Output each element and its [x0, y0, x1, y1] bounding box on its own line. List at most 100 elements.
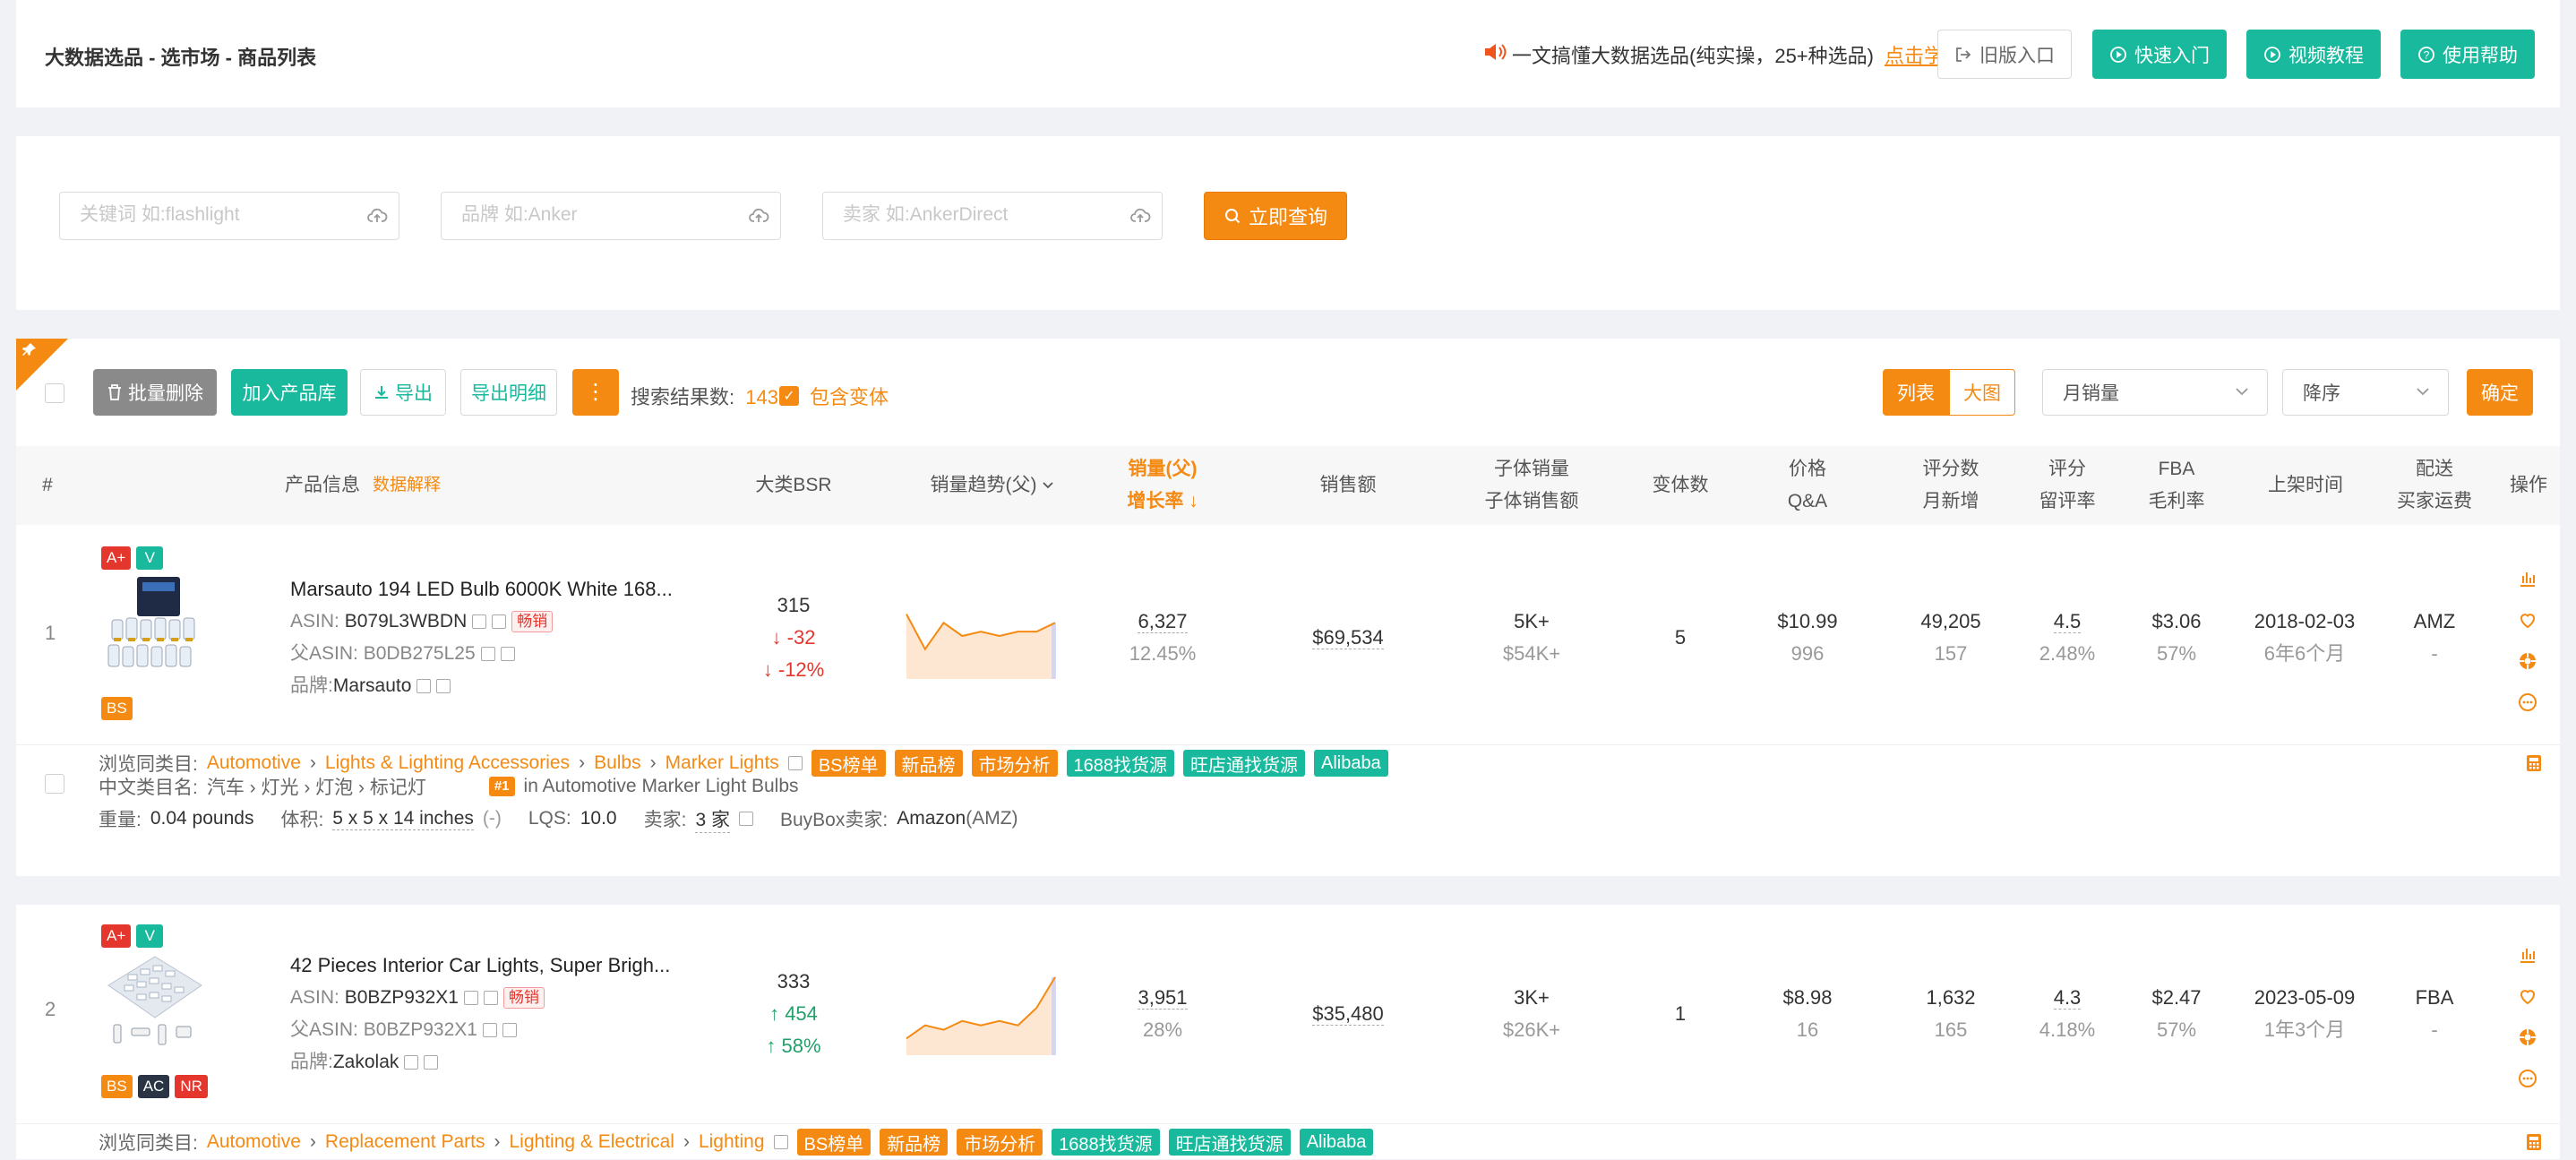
copy-icon[interactable]	[472, 614, 487, 630]
product-title[interactable]: 42 Pieces Interior Car Lights, Super Bri…	[290, 949, 670, 982]
include-variants-toggle[interactable]: ✓ 包含变体	[779, 382, 889, 410]
source-1688-tag[interactable]: 1688找货源	[1066, 750, 1174, 777]
category-link[interactable]: Lighting	[699, 1131, 765, 1153]
external-link-icon[interactable]	[424, 1055, 439, 1070]
bs-list-tag[interactable]: BS榜单	[811, 750, 886, 777]
cloud-upload-icon[interactable]	[366, 205, 388, 227]
col-revenue[interactable]: 销售额	[1281, 446, 1415, 525]
bar-chart-icon[interactable]	[2517, 944, 2538, 966]
add-library-button[interactable]: 加入产品库	[231, 369, 348, 416]
col-ship[interactable]: 配送 买家运费	[2390, 446, 2479, 525]
variants-value[interactable]: 5	[1636, 622, 1725, 654]
calculator-icon[interactable]	[2524, 1132, 2544, 1152]
cloud-upload-icon[interactable]	[748, 205, 769, 227]
sort-field-select[interactable]: 月销量	[2042, 369, 2268, 416]
confirm-button[interactable]: 确定	[2467, 369, 2533, 416]
col-reviews[interactable]: 评分数 月新增	[1906, 446, 1996, 525]
sort-order-select[interactable]: 降序	[2282, 369, 2449, 416]
col-child[interactable]: 子体销量 子体销售额	[1460, 446, 1603, 525]
copy-icon[interactable]	[404, 1055, 419, 1070]
asin-value[interactable]: B079L3WBDN	[345, 611, 468, 632]
help-button[interactable]: ? 使用帮助	[2400, 30, 2535, 79]
target-icon[interactable]	[2517, 650, 2538, 672]
external-link-icon[interactable]	[483, 991, 498, 1006]
old-entry-button[interactable]: 旧版入口	[1937, 30, 2072, 79]
view-grid-button[interactable]: 大图	[1949, 369, 2015, 416]
market-analysis-tag[interactable]: 市场分析	[957, 1129, 1043, 1156]
external-link-icon[interactable]	[738, 812, 753, 826]
col-price[interactable]: 价格 Q&A	[1763, 446, 1852, 525]
copy-icon[interactable]	[480, 647, 495, 662]
col-bsr[interactable]: 大类BSR	[740, 446, 847, 525]
variants-value[interactable]: 1	[1636, 998, 1725, 1030]
brand-value[interactable]: Zakolak	[333, 1052, 399, 1072]
calculator-icon[interactable]	[2524, 753, 2544, 773]
export-button[interactable]: 导出	[360, 369, 446, 416]
external-link-icon[interactable]	[773, 1135, 788, 1149]
source-wdt-tag[interactable]: 旺店通找货源	[1168, 1129, 1291, 1156]
alibaba-tag[interactable]: Alibaba	[1299, 1129, 1374, 1156]
target-icon[interactable]	[2517, 1027, 2538, 1048]
select-all-checkbox[interactable]	[45, 383, 64, 403]
seller-value[interactable]: 3 家	[695, 805, 730, 833]
source-wdt-tag[interactable]: 旺店通找货源	[1183, 750, 1305, 777]
sales-trend-chart[interactable]	[905, 593, 1057, 679]
product-thumbnail[interactable]	[101, 571, 207, 677]
child-sales-value: 3K+	[1514, 986, 1550, 1009]
brand-input[interactable]	[461, 193, 748, 237]
parent-asin-value[interactable]: B0BZP932X1	[364, 1019, 477, 1040]
sales-trend-chart[interactable]	[905, 969, 1057, 1055]
seller-input[interactable]	[843, 193, 1129, 237]
col-fba[interactable]: FBA 毛利率	[2132, 446, 2221, 525]
row-checkbox[interactable]	[45, 774, 64, 794]
view-list-button[interactable]: 列表	[1883, 369, 1949, 416]
data-explain-link[interactable]: 数据解释	[373, 469, 441, 502]
reviews-value: 1,632	[1926, 986, 1976, 1009]
query-button[interactable]: 立即查询	[1204, 192, 1347, 240]
result-count: 搜索结果数: 143	[631, 382, 778, 410]
product-thumbnail[interactable]	[101, 949, 207, 1055]
ac-badge: AC	[137, 1075, 170, 1098]
alibaba-tag[interactable]: Alibaba	[1314, 750, 1388, 777]
more-horizontal-icon[interactable]	[2517, 692, 2538, 713]
export-detail-button[interactable]: 导出明细	[460, 369, 557, 416]
category-link[interactable]: Lighting & Electrical	[510, 1131, 674, 1153]
asin-value[interactable]: B0BZP932X1	[345, 987, 459, 1008]
new-list-tag[interactable]: 新品榜	[894, 750, 963, 777]
category-link[interactable]: Replacement Parts	[325, 1131, 485, 1153]
heart-icon[interactable]	[2517, 609, 2538, 631]
new-list-tag[interactable]: 新品榜	[880, 1129, 949, 1156]
col-ship-label-2: 买家运费	[2397, 491, 2472, 511]
external-link-icon[interactable]	[500, 647, 515, 662]
col-sales[interactable]: 销量(父) 增长率 ↓	[1100, 446, 1225, 525]
checked-checkbox-icon[interactable]: ✓	[779, 386, 799, 406]
keyword-input[interactable]	[80, 193, 366, 237]
copy-icon[interactable]	[463, 991, 478, 1006]
brand-value[interactable]: Marsauto	[333, 675, 412, 696]
col-variants[interactable]: 变体数	[1636, 446, 1725, 525]
col-trend[interactable]: 销量趋势(父)	[912, 446, 1073, 525]
seller-field	[822, 192, 1163, 240]
copy-icon[interactable]	[482, 1023, 497, 1038]
bs-list-tag[interactable]: BS榜单	[796, 1129, 872, 1156]
external-link-icon[interactable]	[492, 614, 507, 630]
external-link-icon[interactable]	[502, 1023, 517, 1038]
quick-start-button[interactable]: 快速入门	[2092, 30, 2227, 79]
col-launch[interactable]: 上架时间	[2252, 446, 2359, 525]
more-actions-button[interactable]: ⋮	[572, 369, 619, 416]
row-index: 2	[45, 998, 56, 1020]
more-horizontal-icon[interactable]	[2517, 1068, 2538, 1089]
video-tutorial-button[interactable]: 视频教程	[2246, 30, 2381, 79]
external-link-icon[interactable]	[436, 679, 451, 694]
category-link[interactable]: Automotive	[207, 1131, 301, 1153]
bar-chart-icon[interactable]	[2517, 568, 2538, 589]
source-1688-tag[interactable]: 1688找货源	[1052, 1129, 1160, 1156]
parent-asin-value[interactable]: B0DB275L25	[364, 643, 476, 664]
col-rating[interactable]: 评分 留评率	[2022, 446, 2112, 525]
cloud-upload-icon[interactable]	[1129, 205, 1151, 227]
heart-icon[interactable]	[2517, 985, 2538, 1007]
market-analysis-tag[interactable]: 市场分析	[971, 750, 1058, 777]
copy-icon[interactable]	[416, 679, 432, 694]
batch-delete-button[interactable]: 批量删除	[93, 369, 217, 416]
product-title[interactable]: Marsauto 194 LED Bulb 6000K White 168...	[290, 573, 673, 606]
